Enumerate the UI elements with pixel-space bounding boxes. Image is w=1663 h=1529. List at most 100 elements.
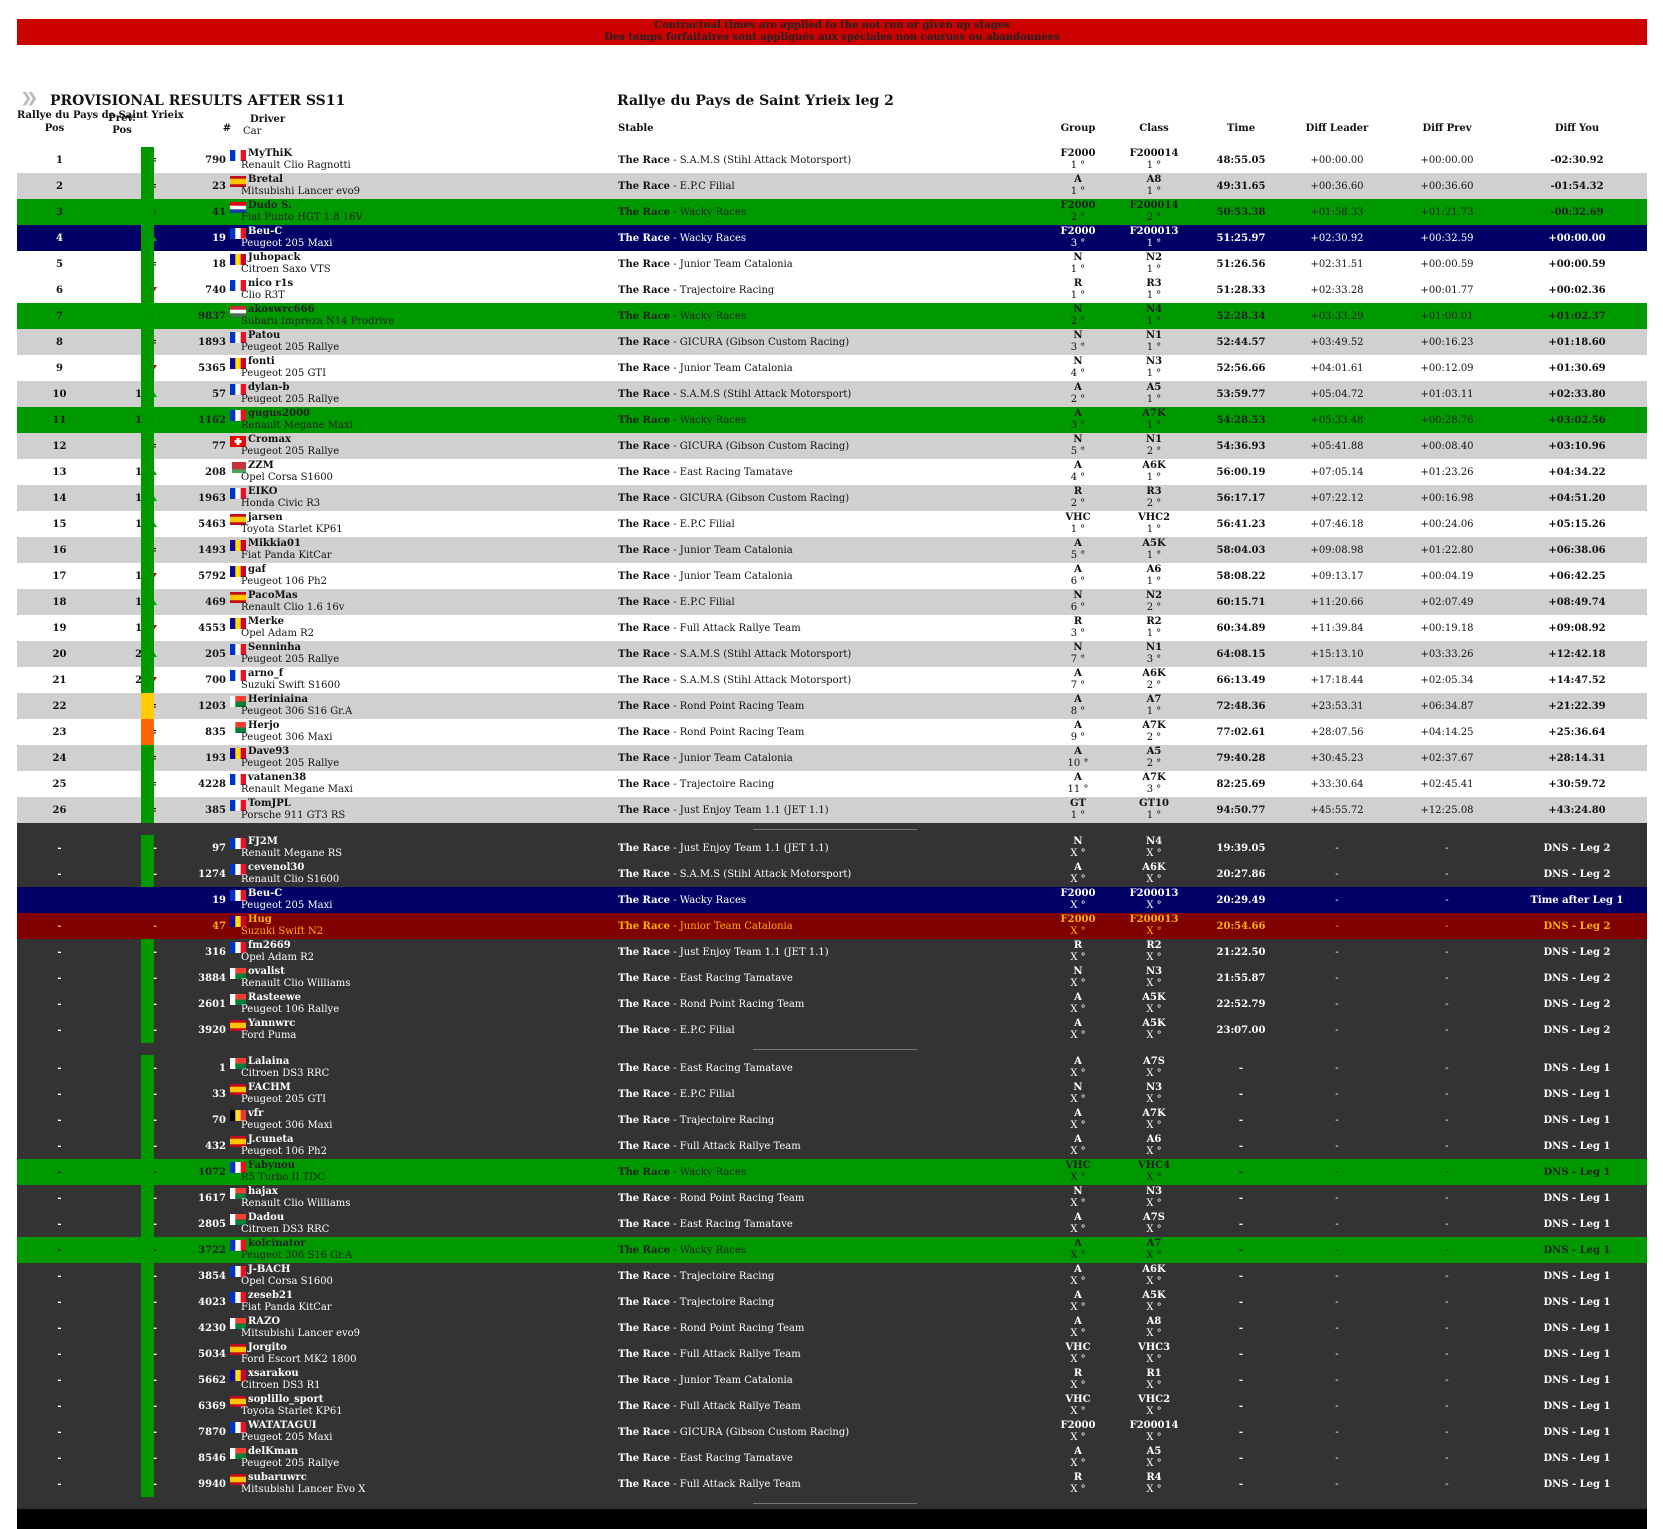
result-row[interactable]: 220=1203HeriniainaPeugeot 306 S16 Gr.ATh… [17,693,1647,719]
result-row[interactable]: 19144553MerkeOpel Adam R2The Race - Full… [17,615,1647,641]
result-row[interactable]: 10=790MyThiKRenault Clio RagnottiThe Rac… [17,147,1647,173]
driver-name[interactable]: Cromax [248,434,291,445]
result-row[interactable]: - - 5034 Jorgito Ford Escort MK2 1800 The Rac… [17,1341,1647,1367]
result-row[interactable]: 799837akoswrc666Subaru Impreza N14 Prodr… [17,303,1647,329]
result-row[interactable]: 50=18JuhopackCitroen Saxo VTSThe Race - … [17,251,1647,277]
result-row[interactable]: 2120700arno_fSuzuki Swift S1600The Race … [17,667,1647,693]
result-row[interactable]: - - 8546 delKman Peugeot 205 Rallye The Race … [17,1445,1647,1471]
result-row[interactable]: - - 316 fm2669 Opel Adam R2 The Race - Just E… [17,939,1647,965]
result-row[interactable]: 30=41Dudo S.Fiat Punto HGT 1.8 16VThe Ra… [17,199,1647,225]
result-row[interactable]: 4 19 Beu-C Peugeot 205 Maxi The Race - Wacky… [17,225,1647,251]
driver-name[interactable]: Dudo S. [248,200,291,211]
driver-name[interactable]: Hug [248,914,272,925]
result-row[interactable]: - - 1274 cevenol30 Renault Clio S1600 The Rac… [17,861,1647,887]
driver-name[interactable]: Patou [248,330,280,341]
driver-name[interactable]: soplillo_sport [248,1394,323,1405]
result-row[interactable]: - - 9940 subaruwrc Mitsubishi Lancer Evo X Th… [17,1471,1647,1497]
result-row[interactable]: 250=4228vatanen38Renault Megane MaxiThe … [17,771,1647,797]
driver-name[interactable]: dylan-b [248,382,290,393]
result-row[interactable]: 1819469PacoMasRenault Clio 1.6 16vThe Ra… [17,589,1647,615]
result-row[interactable]: 19 Beu-C Peugeot 205 Maxi The Race - Wacky … [17,887,1647,913]
driver-name[interactable]: cevenol30 [248,862,304,873]
driver-name[interactable]: MyThiK [248,148,292,159]
driver-name[interactable]: Heriniaina [248,694,308,705]
driver-name[interactable]: gugus2000 [248,408,310,419]
result-row[interactable]: - - 70 vfr Peugeot 306 Maxi The Race - Trajec… [17,1107,1647,1133]
driver-name[interactable]: ZZM [248,460,274,471]
result-row[interactable]: 17105792gafPeugeot 106 Ph2The Race - Jun… [17,563,1647,589]
result-row[interactable]: 15185463jarsenToyota Starlet KP61The Rac… [17,511,1647,537]
driver-name[interactable]: RAZO [248,1316,280,1327]
driver-name[interactable]: hajax [248,1186,278,1197]
driver-name[interactable]: ovalist [248,966,285,977]
result-row[interactable]: - - 3854 J-BACH Opel Corsa S1600 The Race - T… [17,1263,1647,1289]
driver-name[interactable]: vfr [248,1108,263,1119]
driver-name[interactable]: WATATAGUI [248,1420,317,1431]
result-row[interactable]: - - 6369 soplillo_sport Toyota Starlet KP61 T… [17,1393,1647,1419]
driver-name[interactable]: Dadou [248,1212,284,1223]
driver-name[interactable]: Bretal [248,174,283,185]
result-row[interactable]: 14151963EIKOHonda Civic R3The Race - GIC… [17,485,1647,511]
driver-name[interactable]: Merke [248,616,284,627]
result-row[interactable]: - - 7870 WATATAGUI Peugeot 205 Maxi The Race … [17,1419,1647,1445]
driver-name[interactable]: gaf [248,564,266,575]
result-row[interactable]: 260=385TomJPLPorsche 911 GT3 RSThe Race … [17,797,1647,823]
result-row[interactable]: - - 97 FJ2M Renault Megane RS The Race - Just… [17,835,1647,861]
result-row[interactable]: - - 3884 ovalist Renault Clio Williams The Ra… [17,965,1647,991]
driver-name[interactable]: Jorgito [248,1342,287,1353]
result-row[interactable]: 20=23BretalMitsubishi Lancer evo9The Rac… [17,173,1647,199]
driver-name[interactable]: delKman [248,1446,298,1457]
driver-name[interactable]: jarsen [248,512,283,523]
result-row[interactable]: - - 2805 Dadou Citroen DS3 RRC The Race - Eas… [17,1211,1647,1237]
result-row[interactable]: - - 1072 Fabynou R5 Turbo II TDC The Race - W… [17,1159,1647,1185]
result-row[interactable]: 1317208ZZMOpel Corsa S1600The Race - Eas… [17,459,1647,485]
result-row[interactable]: - - 432 J.cuneta Peugeot 106 Ph2 The Race - F… [17,1133,1647,1159]
driver-name[interactable]: zeseb21 [248,1290,293,1301]
result-row[interactable]: - - 5662 xsarakou Citroen DS3 R1 The Race - J… [17,1367,1647,1393]
result-row[interactable]: - - 1 Lalaina Citroen DS3 RRC The Race - East… [17,1055,1647,1081]
result-row[interactable]: 160=1493Mikkia01Fiat Panda KitCarThe Rac… [17,537,1647,563]
driver-name[interactable]: akoswrc666 [248,304,315,315]
driver-name[interactable]: Beu-C [248,226,282,237]
driver-name[interactable]: EIKO [248,486,277,497]
result-row[interactable]: 230=835HerjoPeugeot 306 MaxiThe Race - R… [17,719,1647,745]
result-row[interactable]: 975365fontiPeugeot 205 GTIThe Race - Jun… [17,355,1647,381]
driver-name[interactable]: Fabynou [248,1160,295,1171]
driver-name[interactable]: arno_f [248,668,283,679]
driver-name[interactable]: fm2669 [248,940,291,951]
result-row[interactable]: 64740nico r1sClio R3TThe Race - Trajecto… [17,277,1647,303]
result-row[interactable]: - - 4023 zeseb21 Fiat Panda KitCar The Race -… [17,1289,1647,1315]
result-row[interactable]: - - 3722 kolcinator Peugeot 306 S16 Gr.A The … [17,1237,1647,1263]
driver-name[interactable]: Juhopack [248,252,300,263]
result-row[interactable]: 11131162gugus2000Renault Megane MaxiThe … [17,407,1647,433]
driver-name[interactable]: FJ2M [248,836,278,847]
result-row[interactable]: 120=77CromaxPeugeot 205 RallyeThe Race -… [17,433,1647,459]
result-row[interactable]: - - 2601 Rasteewe Peugeot 106 Rallye The Race… [17,991,1647,1017]
driver-name[interactable]: subaruwrc [248,1472,307,1483]
driver-name[interactable]: PacoMas [248,590,298,601]
result-row[interactable]: 101157dylan-bPeugeot 205 RallyeThe Race … [17,381,1647,407]
driver-name[interactable]: kolcinator [248,1238,306,1249]
driver-name[interactable]: J-BACH [248,1264,291,1275]
result-row[interactable]: - - 33 FACHM Peugeot 205 GTI The Race - E.P.C… [17,1081,1647,1107]
driver-name[interactable]: vatanen38 [248,772,306,783]
driver-name[interactable]: xsarakou [248,1368,299,1379]
driver-name[interactable]: FACHM [248,1082,291,1093]
driver-name[interactable]: Dave93 [248,746,289,757]
driver-name[interactable]: Beu-C [248,888,282,899]
driver-name[interactable]: Yannwrc [248,1018,295,1029]
result-row[interactable]: - - 1617 hajax Renault Clio Williams The Race… [17,1185,1647,1211]
driver-name[interactable]: Rasteewe [248,992,301,1003]
driver-name[interactable]: nico r1s [248,278,293,289]
driver-name[interactable]: Senninha [248,642,301,653]
driver-name[interactable]: TomJPL [248,798,291,809]
driver-name[interactable]: Mikkia01 [248,538,301,549]
result-row[interactable]: - - 4230 RAZO Mitsubishi Lancer evo9 The Race… [17,1315,1647,1341]
driver-name[interactable]: Lalaina [248,1056,289,1067]
driver-name[interactable]: fonti [248,356,275,367]
result-row[interactable]: 240=193Dave93Peugeot 205 RallyeThe Race … [17,745,1647,771]
driver-name[interactable]: J.cuneta [248,1134,294,1145]
driver-name[interactable]: Herjo [248,720,279,731]
result-row[interactable]: - - 3920 Yannwrc Ford Puma The Race - E.P.C F… [17,1017,1647,1043]
result-row[interactable]: - - 47 Hug Suzuki Swift N2 The Race - Junior … [17,913,1647,939]
